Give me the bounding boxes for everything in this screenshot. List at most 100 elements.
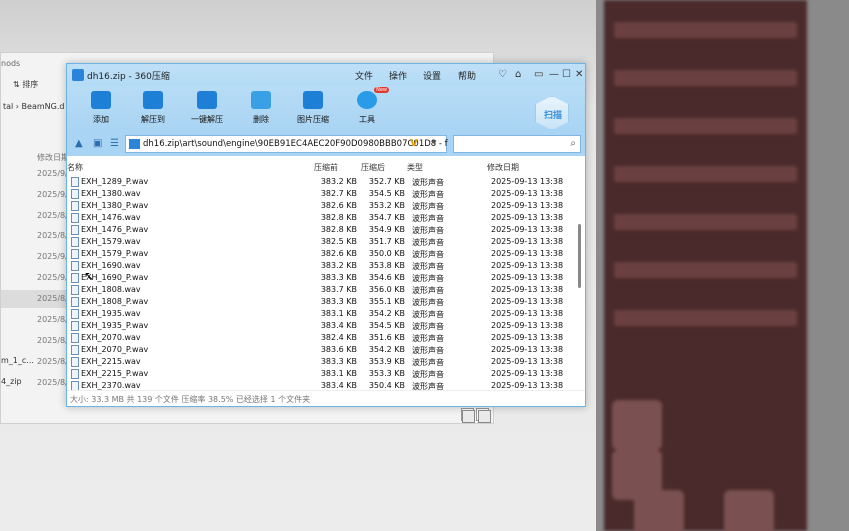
explorer-date: 2025/8/ (37, 294, 68, 303)
tools-button[interactable]: New 工具 (347, 87, 389, 125)
file-original-size: 353.8 KB (368, 261, 405, 270)
table-row[interactable]: EXH_2215.wav 383.3 KB 353.9 KB 波形声音 2025-09-… (67, 356, 575, 368)
image-compress-button[interactable]: 图片压缩 (293, 91, 333, 125)
column-type[interactable]: 类型 (407, 162, 423, 173)
file-type: 波形声音 (412, 286, 444, 295)
vertical-scrollbar[interactable] (578, 224, 581, 288)
game-menu-row (614, 214, 797, 230)
table-row[interactable]: EXH_1690.wav 383.2 KB 353.8 KB 波形声音 2025-09-… (67, 260, 575, 272)
file-original-size: 353.3 KB (368, 369, 405, 378)
column-date[interactable]: 修改日期 (487, 162, 519, 173)
thumbnail-view-icon[interactable] (478, 410, 491, 423)
extract-to-button[interactable]: 解压到 (133, 91, 173, 125)
wav-file-icon (71, 357, 79, 367)
path-text: dh16.zip\art\sound\engine\90EB91EC4AEC20… (143, 139, 448, 149)
add-button[interactable]: 添加 (81, 91, 121, 125)
sort-button[interactable]: 排序 (22, 80, 38, 89)
game-button (724, 490, 774, 531)
table-row[interactable]: EXH_1380.wav 382.7 KB 354.5 KB 波形声音 2025-09-… (67, 188, 575, 200)
file-original-size: 351.6 KB (368, 333, 405, 342)
game-menu-row (614, 166, 797, 182)
delete-button[interactable]: 删除 (241, 91, 281, 125)
chevron-down-icon[interactable]: ▾ (432, 138, 437, 148)
game-menu-row (614, 262, 797, 278)
table-row[interactable]: EXH_1289_P.wav 383.2 KB 352.7 KB 波形声音 2025-0… (67, 176, 575, 188)
table-row[interactable]: EXH_1690_P.wav 383.3 KB 354.6 KB 波形声音 2025-0… (67, 272, 575, 284)
window-title: dh16.zip - 360压缩 (87, 72, 170, 82)
file-original-size: 352.7 KB (368, 177, 405, 186)
file-date: 2025-09-13 13:38 (491, 237, 564, 246)
status-bar: 大小: 33.3 MB 共 139 个文件 压缩率 38.5% 已经选择 1 个… (67, 390, 585, 408)
skin-icon[interactable]: ♡ (498, 69, 507, 80)
wav-file-icon (71, 213, 79, 223)
table-row[interactable]: EXH_1579.wav 382.5 KB 351.7 KB 波形声音 2025-09-… (67, 236, 575, 248)
file-name: EXH_1579.wav (81, 237, 141, 246)
column-name[interactable]: 名称 (67, 162, 83, 173)
table-row[interactable]: EXH_1808_P.wav 383.3 KB 355.1 KB 波形声音 2025-0… (67, 296, 575, 308)
table-row[interactable]: EXH_1935.wav 383.1 KB 354.2 KB 波形声音 2025-09-… (67, 308, 575, 320)
details-view-icon[interactable] (462, 410, 475, 423)
wav-file-icon (71, 333, 79, 343)
explorer-item[interactable]: m_1_c... (1, 356, 34, 365)
file-original-size: 354.9 KB (368, 225, 405, 234)
search-icon[interactable]: ⌕ (570, 138, 576, 149)
maximize-icon[interactable]: ☐ (562, 69, 571, 80)
table-row[interactable]: EXH_1476_P.wav 382.8 KB 354.9 KB 波形声音 2025-0… (67, 224, 575, 236)
file-date: 2025-09-13 13:38 (491, 273, 564, 282)
close-icon[interactable]: ✕ (575, 69, 583, 80)
explorer-date: 2025/8/ (37, 336, 68, 345)
list-icon[interactable]: ☰ (110, 138, 119, 149)
file-date: 2025-09-13 13:38 (491, 213, 564, 222)
file-name: EXH_2370.wav (81, 381, 141, 390)
mouse-cursor: ↖ (84, 269, 95, 283)
wav-file-icon (71, 177, 79, 187)
path-bar[interactable]: dh16.zip\art\sound\engine\90EB91EC4AEC20… (125, 135, 448, 153)
add-icon (91, 91, 111, 109)
file-original-size: 351.7 KB (368, 237, 405, 246)
file-type: 波形声音 (412, 250, 444, 259)
menu-file[interactable]: 文件 (355, 69, 373, 82)
view-icon[interactable]: ▣ (93, 138, 102, 149)
file-original-size: 350.4 KB (368, 381, 405, 390)
file-original-size: 353.2 KB (368, 201, 405, 210)
menu-operation[interactable]: 操作 (389, 69, 407, 82)
file-name: EXH_1380_P.wav (81, 201, 149, 210)
table-row[interactable]: EXH_1579_P.wav 382.6 KB 350.0 KB 波形声音 2025-0… (67, 248, 575, 260)
image-compress-label: 图片压缩 (297, 115, 329, 124)
explorer-date: 2025/8/ (37, 378, 68, 387)
scan-button[interactable]: 扫描 (535, 96, 569, 130)
game-button (634, 490, 684, 531)
message-icon[interactable]: ▭ (534, 69, 543, 80)
column-original[interactable]: 压缩后 (361, 162, 385, 173)
table-row[interactable]: EXH_2215_P.wav 383.1 KB 353.3 KB 波形声音 2025-0… (67, 368, 575, 380)
hat-icon[interactable]: ⌂ (515, 69, 521, 80)
column-compressed[interactable]: 压缩前 (314, 162, 338, 173)
menu-settings[interactable]: 设置 (423, 69, 441, 82)
minimize-icon[interactable]: — (549, 69, 559, 80)
wav-file-icon (71, 369, 79, 379)
file-type: 波形声音 (412, 310, 444, 319)
file-name: EXH_1476_P.wav (81, 225, 149, 234)
search-input[interactable]: ⌕ (453, 135, 581, 153)
file-list-header: 名称 压缩前 压缩后 类型 修改日期 (67, 162, 585, 174)
explorer-date: 2025/8/ (37, 315, 68, 324)
table-row[interactable]: EXH_2070.wav 382.4 KB 351.6 KB 波形声音 2025-09-… (67, 332, 575, 344)
tools-icon: New (357, 87, 389, 109)
table-row[interactable]: EXH_1808.wav 383.7 KB 356.0 KB 波形声音 2025-09-… (67, 284, 575, 296)
file-original-size: 354.7 KB (368, 213, 405, 222)
one-click-extract-button[interactable]: 一键解压 (187, 91, 227, 125)
table-row[interactable]: EXH_2370.wav 383.4 KB 350.4 KB 波形声音 2025-09-… (67, 380, 575, 390)
table-row[interactable]: EXH_1935_P.wav 383.4 KB 354.5 KB 波形声音 2025-0… (67, 320, 575, 332)
explorer-item[interactable]: 4_zip (1, 377, 22, 386)
wav-file-icon (71, 273, 79, 283)
up-icon[interactable]: ▲ (75, 138, 83, 149)
file-name: EXH_1808_P.wav (81, 297, 149, 306)
table-row[interactable]: EXH_1380_P.wav 382.6 KB 353.2 KB 波形声音 2025-0… (67, 200, 575, 212)
menu-help[interactable]: 帮助 (458, 69, 476, 82)
v-icon[interactable]: V (410, 138, 418, 149)
explorer-date: 2025/9/ (37, 273, 68, 282)
game-menu-row (614, 118, 797, 134)
sort-icon[interactable]: ⇅ (13, 80, 22, 89)
table-row[interactable]: EXH_1476.wav 382.8 KB 354.7 KB 波形声音 2025-09-… (67, 212, 575, 224)
table-row[interactable]: EXH_2070_P.wav 383.6 KB 354.2 KB 波形声音 2025-0… (67, 344, 575, 356)
